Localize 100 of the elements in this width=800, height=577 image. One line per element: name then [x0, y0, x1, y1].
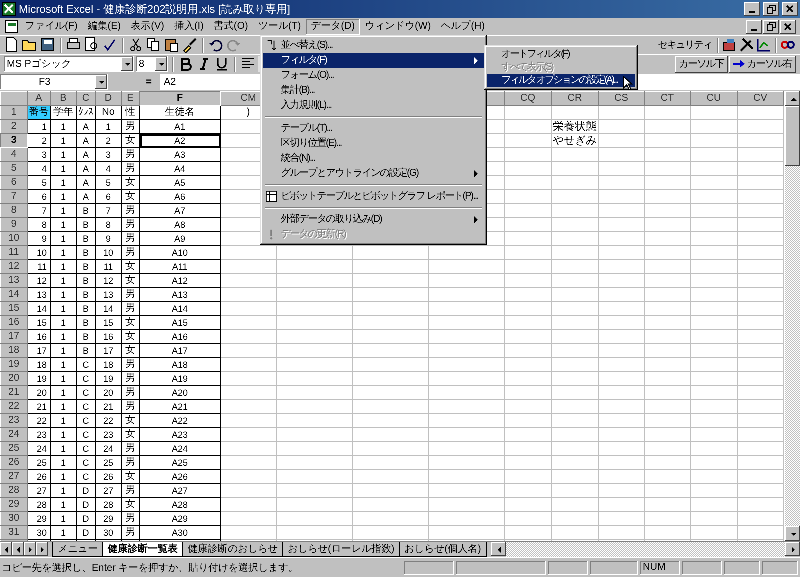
menu-item[interactable]: ウィンドウ(W): [360, 18, 436, 34]
column-header[interactable]: CV: [738, 92, 784, 106]
workbook-icon[interactable]: [4, 18, 20, 34]
menu-item[interactable]: 編集(E): [82, 18, 126, 34]
scroll-up-button[interactable]: [785, 91, 800, 106]
tab-scroll-button[interactable]: [0, 542, 12, 556]
column-header[interactable]: C: [76, 92, 96, 106]
row-header[interactable]: 17: [0, 330, 28, 344]
row-header[interactable]: 19: [0, 358, 28, 372]
menu-item[interactable]: データ(D): [306, 18, 360, 34]
row-header[interactable]: 15: [0, 302, 28, 316]
row-header[interactable]: 20: [0, 372, 28, 386]
restore-button[interactable]: [763, 20, 779, 34]
row-header[interactable]: 16: [0, 316, 28, 330]
row-header[interactable]: 2: [0, 120, 28, 134]
menu-item[interactable]: 挿入(I): [169, 18, 209, 34]
column-header[interactable]: F: [140, 92, 220, 106]
copy-icon[interactable]: [146, 37, 162, 53]
menu-item[interactable]: 区切り位置(E)...: [263, 136, 484, 151]
row-header[interactable]: 4: [0, 148, 28, 162]
menu-item[interactable]: 表示(V): [126, 18, 170, 34]
menu-item[interactable]: オートフィルタ(F): [487, 48, 636, 61]
name-box[interactable]: F3: [0, 74, 108, 90]
toolbox-icon[interactable]: [722, 37, 738, 53]
row-header[interactable]: 18: [0, 344, 28, 358]
row-header[interactable]: 22: [0, 400, 28, 414]
menu-item[interactable]: 外部データの取り込み(D): [263, 212, 484, 227]
sheet-tab[interactable]: おしらせ(個人名): [398, 542, 488, 557]
new-file-icon[interactable]: [4, 37, 20, 53]
bold-icon[interactable]: [178, 56, 194, 72]
row-header[interactable]: 5: [0, 162, 28, 176]
row-header[interactable]: 11: [0, 246, 28, 260]
security-button[interactable]: セキュリティ: [656, 38, 714, 52]
row-header[interactable]: 25: [0, 442, 28, 456]
select-all-corner[interactable]: [0, 92, 28, 106]
vertical-scrollbar[interactable]: [785, 91, 800, 541]
menu-item[interactable]: ファイル(F): [20, 18, 83, 34]
row-header[interactable]: 28: [0, 484, 28, 498]
column-header[interactable]: CR: [552, 92, 598, 106]
column-header[interactable]: A: [28, 92, 50, 106]
cursor-right-button[interactable]: カーソル右: [729, 56, 796, 72]
row-header[interactable]: 31: [0, 526, 28, 540]
sheet-tab[interactable]: メニュー: [52, 542, 104, 557]
cursor-down-button[interactable]: カーソル下: [675, 56, 728, 72]
row-header[interactable]: 26: [0, 456, 28, 470]
scroll-down-button[interactable]: [785, 526, 800, 541]
minimize-button[interactable]: [746, 20, 762, 34]
row-header[interactable]: 3: [0, 134, 28, 148]
row-header[interactable]: 12: [0, 260, 28, 274]
menu-item[interactable]: ヘルプ(H): [436, 18, 490, 34]
tab-scroll-button[interactable]: [12, 542, 24, 556]
close-button[interactable]: [780, 20, 796, 34]
row-header[interactable]: 27: [0, 470, 28, 484]
tab-scroll-button[interactable]: [24, 542, 36, 556]
row-header[interactable]: 29: [0, 498, 28, 512]
row-header[interactable]: 8: [0, 204, 28, 218]
restore-button[interactable]: [763, 2, 779, 16]
row-header[interactable]: 14: [0, 288, 28, 302]
column-header[interactable]: CS: [598, 92, 644, 106]
close-button[interactable]: [782, 2, 798, 16]
menu-item[interactable]: 統合(N)...: [263, 151, 484, 166]
brush-icon[interactable]: [182, 37, 198, 53]
print-preview-icon[interactable]: [84, 37, 100, 53]
row-header[interactable]: 10: [0, 232, 28, 246]
menu-item[interactable]: ツール(T): [253, 18, 306, 34]
save-icon[interactable]: [40, 37, 56, 53]
column-header[interactable]: B: [50, 92, 76, 106]
row-header[interactable]: 21: [0, 386, 28, 400]
cut-icon[interactable]: [128, 37, 144, 53]
sheet-tab[interactable]: 健康診断一覧表: [102, 542, 184, 557]
column-header[interactable]: CU: [690, 92, 738, 106]
row-header[interactable]: 6: [0, 176, 28, 190]
menu-item[interactable]: フィルタ(F): [263, 53, 484, 68]
menu-item[interactable]: 並べ替え(S)...: [263, 38, 484, 53]
font-name-field[interactable]: MS Pゴシック: [4, 56, 134, 72]
menu-item[interactable]: フォーム(O)...: [263, 68, 484, 83]
scroll-left-button[interactable]: [491, 542, 506, 556]
row-header[interactable]: 30: [0, 512, 28, 526]
undo-icon[interactable]: [208, 37, 224, 53]
row-header[interactable]: 23: [0, 414, 28, 428]
menu-item[interactable]: テーブル(T)...: [263, 121, 484, 136]
minimize-button[interactable]: [744, 2, 760, 16]
sheet-tab[interactable]: おしらせ(ローレル指数): [282, 542, 401, 557]
row-header[interactable]: 7: [0, 190, 28, 204]
column-header[interactable]: CQ: [504, 92, 552, 106]
sheet-tab[interactable]: 健康診断のおしらせ: [182, 542, 284, 557]
scroll-thumb[interactable]: [785, 106, 800, 166]
column-header[interactable]: CT: [644, 92, 690, 106]
row-header[interactable]: 13: [0, 274, 28, 288]
menu-item[interactable]: グループとアウトラインの設定(G): [263, 166, 484, 181]
menu-item[interactable]: フィルタ オプションの設定(A)...: [487, 74, 636, 87]
paste-icon[interactable]: [164, 37, 180, 53]
menu-item[interactable]: ピボットテーブルとピボットグラフ レポート(P)...: [263, 189, 484, 204]
row-header[interactable]: 24: [0, 428, 28, 442]
scroll-right-button[interactable]: [785, 542, 800, 556]
underline-icon[interactable]: [214, 56, 230, 72]
row-header[interactable]: 9: [0, 218, 28, 232]
font-size-field[interactable]: 8: [136, 56, 168, 72]
row-header[interactable]: 1: [0, 106, 28, 120]
tab-scroll-button[interactable]: [36, 542, 48, 556]
